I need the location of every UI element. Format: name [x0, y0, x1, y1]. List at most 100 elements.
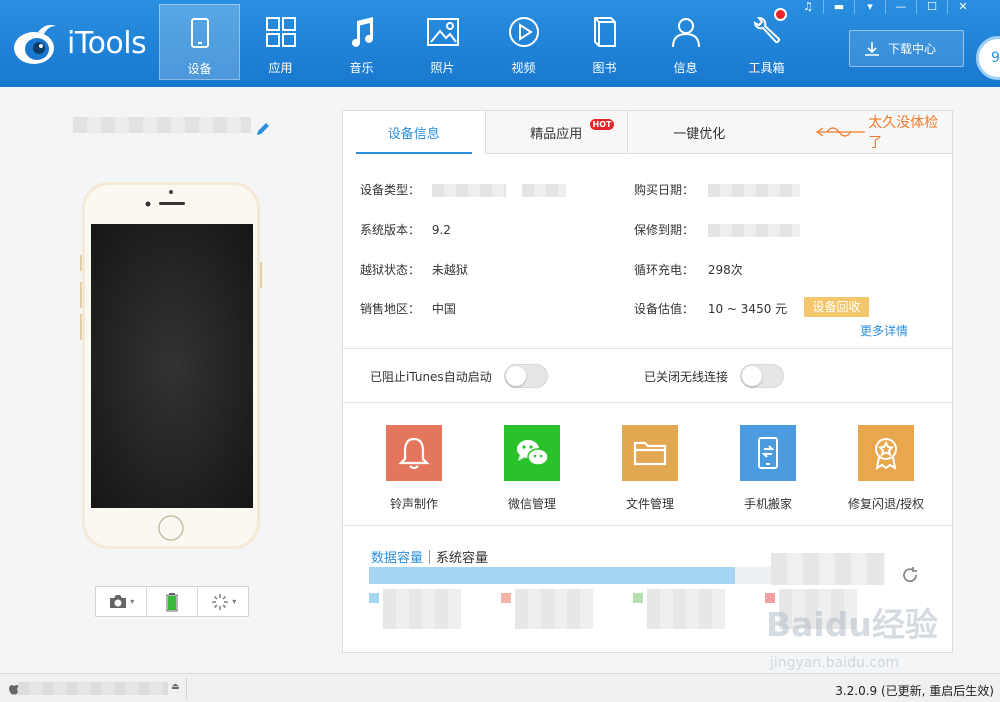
- jailbreak-value: 未越狱: [431, 263, 468, 277]
- wifi-toggle-row: 已关闭无线连接: [644, 364, 785, 388]
- legend-swatch: [501, 593, 511, 603]
- edit-pencil-icon[interactable]: [255, 121, 271, 137]
- warranty-redacted: [707, 224, 800, 237]
- legend-value-redacted: [383, 589, 461, 629]
- checkup-promo[interactable]: 太久没体检了: [771, 111, 953, 153]
- nav-video[interactable]: 视频: [483, 4, 564, 80]
- tile-label: 铃声制作: [389, 497, 438, 511]
- divider: [343, 348, 952, 349]
- tile-repair[interactable]: 修复闪退/授权: [827, 425, 945, 512]
- device-type-redacted: [521, 184, 566, 197]
- purchase-date-redacted: [707, 184, 800, 197]
- tile-files[interactable]: 文件管理: [591, 425, 709, 512]
- music-icon: [351, 17, 373, 47]
- maximize-icon[interactable]: ☐: [917, 0, 947, 16]
- task-badge[interactable]: 9: [976, 36, 1000, 80]
- device-type-row: 设备类型：: [360, 181, 566, 198]
- tab-apps[interactable]: 精品应用 HOT: [486, 111, 628, 154]
- menu-icon[interactable]: ▾: [855, 0, 885, 16]
- itunes-toggle[interactable]: [503, 364, 548, 388]
- tile-label: 文件管理: [625, 497, 674, 511]
- download-center-button[interactable]: 下载中心: [849, 30, 964, 67]
- tile-transfer[interactable]: 手机搬家: [709, 425, 827, 512]
- region-label: 销售地区：: [360, 302, 421, 316]
- squiggle-arrow-icon: [815, 127, 865, 137]
- logo-text: iTools: [67, 26, 147, 61]
- warranty-label: 保修到期：: [634, 223, 695, 237]
- nav-label: 照片: [430, 61, 455, 75]
- charge-cycles-label: 循环充电：: [634, 263, 695, 277]
- screenshot-button[interactable]: ▾: [96, 587, 147, 616]
- jailbreak-row: 越狱状态： 未越狱: [360, 261, 468, 278]
- download-center-label: 下载中心: [888, 42, 937, 56]
- wifi-toggle[interactable]: [740, 364, 785, 388]
- window-controls: ♫ ▬ ▾ — ☐ ✕: [793, 0, 978, 16]
- capacity-tabs: 数据容量 系统容量: [371, 547, 488, 566]
- warranty-row: 保修到期：: [634, 221, 800, 238]
- tile-label: 微信管理: [507, 497, 556, 511]
- music-mini-icon[interactable]: ♫: [793, 0, 823, 16]
- info-panel: 设备信息 精品应用 HOT 一键优化 太久没体检了 设备类型： 系统版本： 9.…: [342, 110, 953, 653]
- tab-apps-label: 精品应用: [530, 127, 583, 142]
- nav-label: 图书: [592, 61, 617, 75]
- system-version-value: 9.2: [431, 223, 451, 237]
- nav-label: 信息: [673, 61, 698, 75]
- spinner-icon: [211, 593, 228, 610]
- folder-icon: [633, 441, 667, 466]
- quick-tools: 铃声制作 微信管理 文件管理 手机搬家 修复闪退/授权: [343, 425, 952, 512]
- device-name-redacted: [73, 117, 251, 133]
- system-version-row: 系统版本： 9.2: [360, 221, 451, 238]
- download-icon: [865, 41, 879, 56]
- tab-optimize[interactable]: 一键优化: [628, 111, 771, 154]
- more-details-link[interactable]: 更多详情: [860, 322, 908, 339]
- tile-repair-bg: [858, 425, 914, 481]
- phone-transfer-icon: [758, 437, 778, 469]
- legend-swatch: [633, 593, 643, 603]
- nav-music[interactable]: 音乐: [321, 4, 402, 80]
- device-tools: ▾ ▾: [95, 586, 249, 617]
- device-recycle-button[interactable]: 设备回收: [804, 297, 869, 317]
- tab-data-capacity[interactable]: 数据容量: [371, 547, 423, 566]
- tile-wechat[interactable]: 微信管理: [473, 425, 591, 512]
- nav-message[interactable]: 信息: [645, 4, 726, 80]
- minimize-icon[interactable]: —: [886, 0, 916, 16]
- tab-device-info[interactable]: 设备信息: [343, 111, 486, 154]
- feedback-icon[interactable]: ▬: [824, 0, 854, 16]
- charge-cycles-row: 循环充电： 298次: [634, 261, 743, 278]
- main-nav: 设备 应用 音乐 照片 视频 图书 信息 工具箱: [159, 4, 807, 80]
- tab-system-capacity[interactable]: 系统容量: [436, 547, 488, 566]
- divider: [343, 402, 952, 403]
- valuation-value: 10 ~ 3450 元: [707, 302, 788, 316]
- nav-label: 工具箱: [748, 61, 785, 75]
- battery-button[interactable]: [147, 587, 198, 616]
- itools-logo-icon: [14, 24, 56, 64]
- nav-device[interactable]: 设备: [159, 4, 240, 80]
- nav-photo[interactable]: 照片: [402, 4, 483, 80]
- legend-swatch: [369, 593, 379, 603]
- region-value: 中国: [431, 302, 456, 316]
- refresh-icon[interactable]: [901, 566, 919, 584]
- book-icon: [593, 17, 616, 47]
- tile-transfer-bg: [740, 425, 796, 481]
- nav-label: 视频: [511, 61, 536, 75]
- jailbreak-label: 越狱状态：: [360, 263, 421, 277]
- valuation-row: 设备估值： 10 ~ 3450 元: [634, 300, 787, 317]
- purchase-date-row: 购买日期：: [634, 181, 800, 198]
- system-version-label: 系统版本：: [360, 223, 421, 237]
- loading-button[interactable]: ▾: [198, 587, 248, 616]
- tile-files-bg: [622, 425, 678, 481]
- badge-icon: [875, 438, 897, 470]
- tile-ringtone-bg: [386, 425, 442, 481]
- separator: [186, 678, 187, 699]
- legend-item: [501, 589, 593, 631]
- eject-icon[interactable]: ⏏: [171, 682, 180, 692]
- wechat-icon: [517, 440, 549, 466]
- tile-ringtone[interactable]: 铃声制作: [355, 425, 473, 512]
- itunes-toggle-label: 已阻止iTunes自动启动: [370, 369, 492, 384]
- baidu-watermark-url: jingyan.baidu.com: [770, 655, 900, 671]
- photo-icon: [426, 18, 459, 46]
- nav-apps[interactable]: 应用: [240, 4, 321, 80]
- itunes-toggle-row: 已阻止iTunes自动启动: [370, 364, 548, 388]
- nav-book[interactable]: 图书: [564, 4, 645, 80]
- close-icon[interactable]: ✕: [948, 0, 978, 16]
